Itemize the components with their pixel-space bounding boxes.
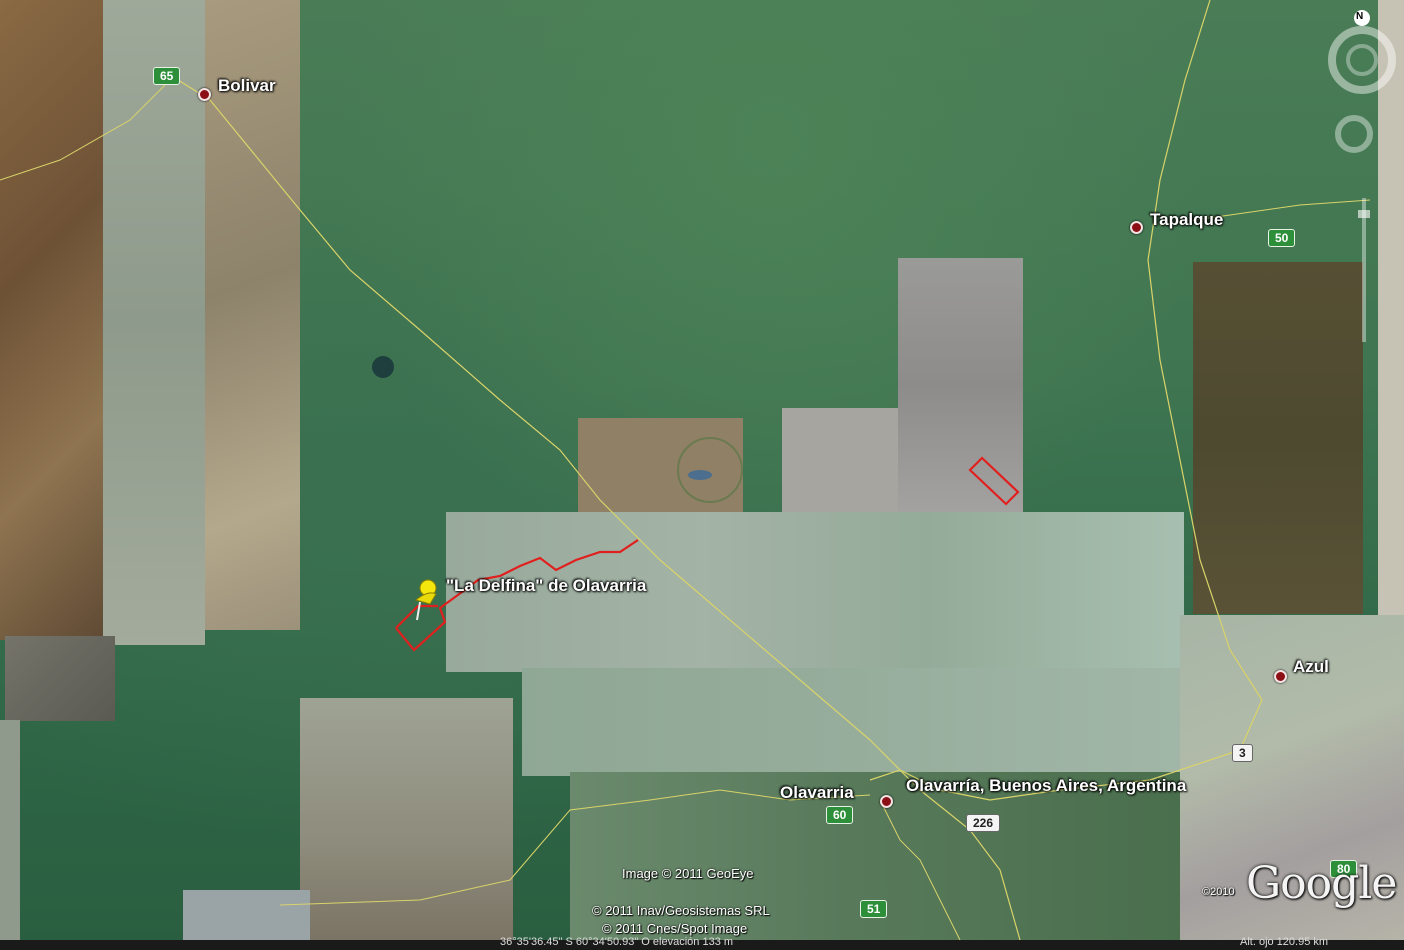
city-marker-azul[interactable] xyxy=(1274,670,1287,683)
placemark-boundary-east xyxy=(968,456,1020,506)
city-label-bolivar[interactable]: Bolivar xyxy=(218,76,276,96)
pushpin-icon[interactable] xyxy=(410,578,444,622)
navigation-controls[interactable]: N xyxy=(1316,8,1396,108)
status-bar: 36°35'36.45" S 60°34'50.93" O elevación … xyxy=(0,936,1404,950)
compass-ring-icon[interactable] xyxy=(1316,8,1396,108)
road-south xyxy=(279,789,871,906)
route-shield-3: 3 xyxy=(1232,744,1253,762)
road-southeast xyxy=(879,799,961,941)
look-joystick-icon[interactable] xyxy=(1334,114,1374,154)
search-result-label-olavarria[interactable]: Olavarría, Buenos Aires, Argentina xyxy=(906,776,1186,796)
route-shield-60: 60 xyxy=(826,806,854,824)
city-marker-olavarria[interactable] xyxy=(880,795,893,808)
crater-water xyxy=(688,470,712,480)
route-shield-51: 51 xyxy=(860,900,888,918)
city-label-azul[interactable]: Azul xyxy=(1293,657,1329,677)
crater-feature xyxy=(677,437,743,503)
satellite-map[interactable]: Bolivar Tapalque Azul Olavarria Olavarrí… xyxy=(0,0,1404,950)
status-eye-altitude: Alt. ojo 120.95 km xyxy=(1240,936,1329,948)
credit-geoeye: Image © 2011 GeoEye xyxy=(622,866,754,881)
route-shield-65: 65 xyxy=(153,67,181,85)
route-shield-50: 50 xyxy=(1268,229,1296,247)
road-tapalque-azul xyxy=(1147,0,1263,701)
city-label-olavarria[interactable]: Olavarria xyxy=(780,783,854,803)
compass-north-label: N xyxy=(1356,11,1364,22)
credit-year: ©2010 xyxy=(1202,886,1235,898)
status-coordinates: 36°35'36.45" S 60°34'50.93" O elevación … xyxy=(500,936,734,948)
road-west-boundary xyxy=(0,79,171,181)
google-logo: Google xyxy=(1246,858,1397,909)
placemark-label-la-delfina[interactable]: "La Delfina" de Olavarria xyxy=(446,576,646,596)
map-overlay xyxy=(0,0,1371,941)
road-bolivar-olavarria xyxy=(169,74,1021,941)
city-label-tapalque[interactable]: Tapalque xyxy=(1150,210,1223,230)
city-marker-bolivar[interactable] xyxy=(198,88,211,101)
zoom-slider[interactable] xyxy=(1356,190,1372,350)
credit-inav: © 2011 Inav/Geosistemas SRL xyxy=(592,903,770,918)
credit-cnes: © 2011 Cnes/Spot Image xyxy=(602,921,748,936)
city-marker-tapalque[interactable] xyxy=(1130,221,1143,234)
route-shield-226: 226 xyxy=(966,814,1001,832)
